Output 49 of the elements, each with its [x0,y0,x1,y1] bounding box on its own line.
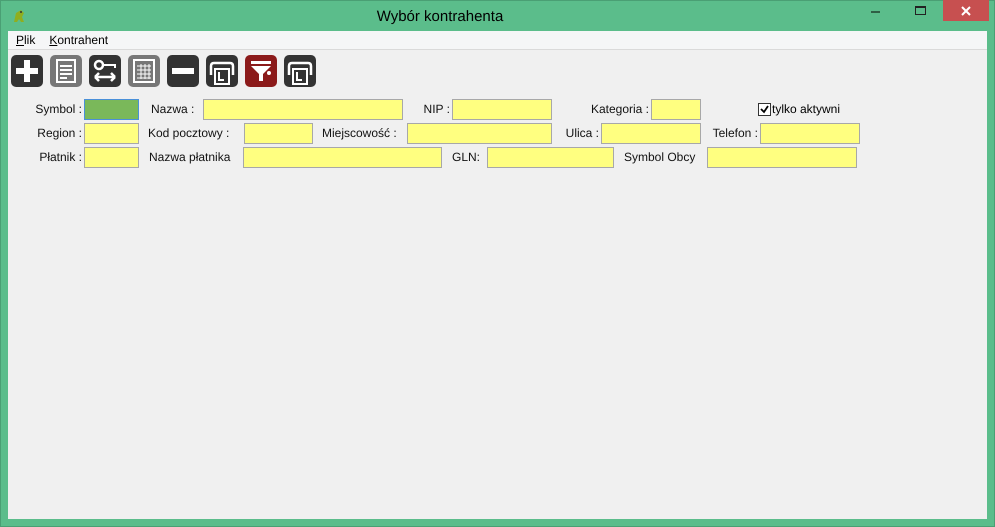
filter-icon [251,61,271,81]
field-label: GLN: [451,150,482,164]
field-label: Ulica : [564,126,599,140]
input-field[interactable] [707,146,857,168]
printer-icon [288,62,312,85]
input-field[interactable] [84,98,139,120]
input-field[interactable] [452,98,552,120]
toolbar-button[interactable] [11,55,43,87]
field-label: Symbol Obcy [623,150,696,164]
field-label: Kategoria : [590,102,649,116]
plus-icon [16,60,38,82]
field-label: Nazwa : [150,102,196,116]
key-icon [94,60,116,82]
field-label: Płatnik : [38,150,82,164]
input-field[interactable] [84,146,139,168]
close-icon [961,6,971,16]
menu-item[interactable]: Kontrahent [49,33,108,47]
input-field[interactable] [203,98,403,120]
window-title: Wybór kontrahenta [376,8,504,24]
printer-icon [210,62,234,85]
input-field[interactable] [487,146,614,168]
maximize-icon [915,6,926,15]
app-icon [11,8,27,24]
input-field[interactable] [244,122,313,144]
input-field[interactable] [84,122,139,144]
field-label: NIP : [422,102,450,116]
toolbar-button[interactable] [245,55,277,87]
input-field[interactable] [407,122,552,144]
grid-icon [133,59,155,83]
checkbox[interactable] [758,102,771,116]
input-field[interactable] [651,98,701,120]
field-label: Miejscowość : [321,126,398,140]
field-label: Symbol : [34,102,82,116]
field-label: Telefon : [712,126,758,140]
toolbar-button[interactable] [284,55,316,87]
document-icon [56,59,76,83]
toolbar-button[interactable] [206,55,238,87]
checkbox-label: tylko aktywni [772,102,840,116]
input-field[interactable] [243,146,442,168]
menu-item[interactable]: Plik [16,33,36,47]
field-label: Kod pocztowy : [147,126,230,140]
toolbar-button[interactable] [167,55,199,87]
input-field[interactable] [760,122,860,144]
field-label: Nazwa płatnika [148,150,232,164]
minus-icon [172,68,194,74]
toolbar-button[interactable] [89,55,121,87]
close-button[interactable] [943,0,989,21]
field-label: Region : [36,126,82,140]
input-field[interactable] [601,122,701,144]
